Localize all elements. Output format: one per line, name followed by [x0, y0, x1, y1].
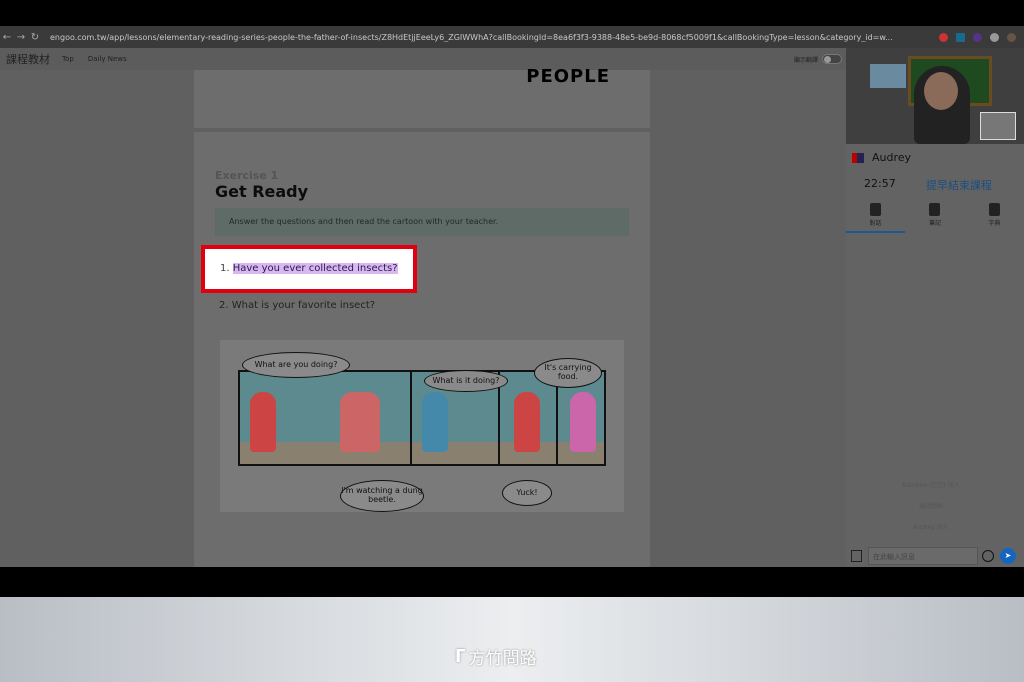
- profile-avatar[interactable]: [1007, 32, 1016, 42]
- emoji-icon[interactable]: [982, 549, 994, 562]
- bottom-letterbox: [0, 567, 1024, 597]
- speech-bubble: Yuck!: [502, 480, 552, 506]
- extension-icon[interactable]: [939, 32, 948, 42]
- question-2: 2. What is your favorite insect?: [219, 300, 376, 311]
- nav-link-daily-news[interactable]: Daily News: [88, 55, 127, 63]
- instruction-box: Answer the questions and then read the c…: [215, 208, 629, 236]
- translation-toggle-label: 顯示翻譯: [793, 56, 818, 64]
- brand-title: 課程教材: [6, 53, 50, 66]
- chat-icon: [870, 203, 882, 216]
- lesson-header-card: PEOPLE: [194, 66, 650, 128]
- lesson-header-text: PEOPLE: [526, 66, 610, 87]
- dictionary-icon: [988, 203, 1000, 216]
- speech-bubble: What are you doing?: [242, 352, 350, 378]
- extension-icon[interactable]: [973, 32, 982, 42]
- tab-dictionary[interactable]: 字典: [965, 203, 1024, 233]
- exercise-title: Get Ready: [215, 182, 309, 201]
- nav-link-top[interactable]: Top: [62, 55, 74, 63]
- system-message: 通話開始: [918, 503, 943, 510]
- app-header: 課程教材 Top Daily News 顯示翻譯: [0, 48, 846, 70]
- puzzle-icon[interactable]: [990, 32, 999, 42]
- cartoon-panel: [238, 370, 413, 466]
- translation-toggle[interactable]: [822, 54, 842, 64]
- tutor-name: Audrey: [872, 151, 912, 164]
- system-message: Audrey 加入: [913, 524, 949, 531]
- student-video: [980, 112, 1016, 140]
- cartoon-image: What are you doing? I'm watching a dung …: [220, 340, 624, 512]
- brand-logo: ᒥ 方竹問路: [455, 646, 537, 670]
- zoomed-question-highlight: 1. Have you ever collected insects?: [201, 245, 417, 293]
- top-letterbox: [0, 0, 1024, 26]
- logo-mark-icon: ᒥ: [455, 646, 466, 667]
- reload-icon[interactable]: ↻: [28, 32, 42, 43]
- tab-chat[interactable]: 對話: [846, 203, 906, 233]
- browser-toolbar: ← → ↻ engoo.com.tw/app/lessons/elementar…: [0, 26, 1024, 48]
- lesson-area: PEOPLE Exercise 1 Get Ready Answer the q…: [0, 66, 846, 572]
- attachment-icon[interactable]: [851, 549, 862, 562]
- tutor-video: [846, 48, 1024, 144]
- exercise-label: Exercise 1: [215, 169, 279, 182]
- speech-bubble: It's carrying food.: [534, 358, 602, 388]
- back-icon[interactable]: ←: [0, 32, 14, 43]
- speech-bubble: I'm watching a dung beetle.: [340, 480, 424, 512]
- system-message: Bamboo (巴巴) 加入: [902, 482, 960, 489]
- philippines-flag-icon: [852, 152, 864, 163]
- address-bar[interactable]: engoo.com.tw/app/lessons/elementary-read…: [50, 33, 931, 42]
- exercise-card: Exercise 1 Get Ready Answer the question…: [194, 132, 650, 572]
- footer-banner: ᒥ 方竹問路: [0, 597, 1024, 682]
- tab-notes[interactable]: 筆記: [905, 203, 964, 233]
- extension-icon[interactable]: [956, 32, 965, 42]
- class-sidebar: Audrey 22:57 提早結束課程 對話 筆記 字典 Bamboo (巴巴)…: [846, 48, 1024, 567]
- end-lesson-button[interactable]: 提早結束課程: [926, 177, 992, 193]
- note-icon: [929, 203, 941, 216]
- lesson-timer: 22:57: [864, 177, 896, 190]
- send-button[interactable]: ➤: [1000, 547, 1016, 564]
- forward-icon[interactable]: →: [14, 32, 28, 43]
- speech-bubble: What is it doing?: [424, 370, 508, 392]
- chat-input[interactable]: 在此輸入訊息: [868, 546, 978, 565]
